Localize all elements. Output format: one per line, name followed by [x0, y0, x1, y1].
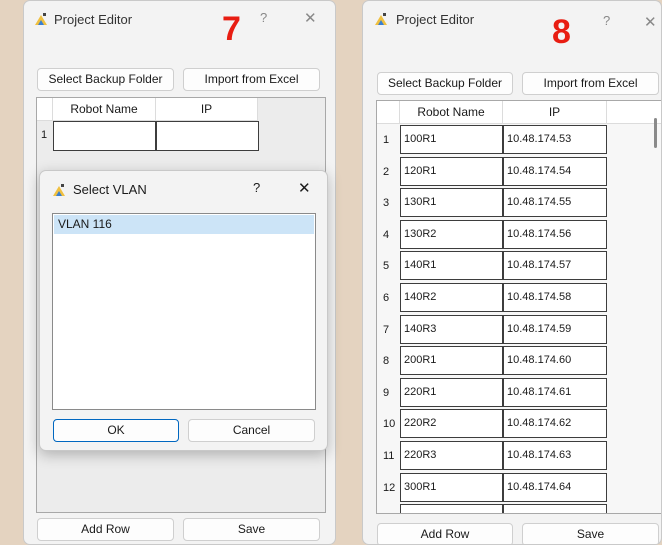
row-number: 1 — [383, 134, 390, 146]
ip-cell[interactable] — [156, 121, 259, 151]
table-corner — [37, 98, 53, 121]
robot-name-cell[interactable]: 130R2 — [400, 220, 503, 249]
row-number: 10 — [383, 418, 396, 430]
help-button[interactable]: ? — [253, 180, 260, 195]
select-vlan-dialog: Select VLAN ? ✕ VLAN 116 OK Cancel — [39, 170, 328, 451]
ip-cell[interactable]: 10.48.174.60 — [503, 346, 607, 375]
ip-cell[interactable]: 10.48.174.54 — [503, 157, 607, 186]
robot-name-cell[interactable]: 100R1 — [400, 125, 503, 154]
row-number: 4 — [383, 229, 390, 241]
column-header-ip[interactable]: IP — [503, 101, 607, 124]
project-editor-window-step8: Project Editor 8 ? ✕ Select Backup Folde… — [362, 0, 662, 545]
vlan-list[interactable]: VLAN 116 — [52, 213, 316, 410]
window-title: Project Editor — [54, 12, 133, 27]
robot-name-cell[interactable]: 140R1 — [400, 251, 503, 280]
close-button[interactable]: ✕ — [298, 179, 311, 197]
help-button[interactable]: ? — [603, 13, 610, 28]
robot-name-cell[interactable]: 310R1 — [400, 504, 503, 513]
ip-cell[interactable]: 10.48.174.58 — [503, 283, 607, 312]
title-bar: Project Editor 7 ? ✕ — [24, 1, 335, 46]
help-button[interactable]: ? — [260, 10, 267, 25]
robot-name-cell[interactable]: 120R1 — [400, 157, 503, 186]
import-from-excel-button[interactable]: Import from Excel — [522, 72, 659, 95]
table-corner — [377, 101, 400, 124]
robot-name-cell[interactable]: 130R1 — [400, 188, 503, 217]
close-button[interactable]: ✕ — [304, 9, 317, 27]
robot-name-cell[interactable]: 220R3 — [400, 441, 503, 470]
ip-cell[interactable]: 10.48.174.61 — [503, 378, 607, 407]
ip-cell[interactable]: 10.48.174.59 — [503, 315, 607, 344]
dialog-title: Select VLAN — [73, 182, 147, 197]
row-number: 13 — [383, 513, 395, 514]
step-number: 7 — [222, 10, 241, 48]
select-backup-folder-button[interactable]: Select Backup Folder — [37, 68, 174, 91]
row-number: 8 — [383, 355, 390, 367]
row-number: 9 — [383, 387, 390, 399]
add-row-button[interactable]: Add Row — [37, 518, 174, 541]
save-button[interactable]: Save — [522, 523, 659, 544]
robot-name-cell[interactable]: 220R2 — [400, 409, 503, 438]
row-number: 11 — [383, 450, 395, 462]
ip-cell[interactable]: 10.48.174.56 — [503, 220, 607, 249]
ip-cell[interactable]: 10.48.174.57 — [503, 251, 607, 280]
app-icon — [35, 13, 47, 25]
row-number: 6 — [383, 292, 390, 304]
step-number: 8 — [552, 13, 571, 51]
robot-name-cell[interactable]: 220R1 — [400, 378, 503, 407]
column-header-robot-name[interactable]: Robot Name — [400, 101, 503, 124]
window-title: Project Editor — [396, 12, 475, 27]
robot-name-cell[interactable]: 200R1 — [400, 346, 503, 375]
ok-button[interactable]: OK — [53, 419, 179, 442]
row-number: 2 — [383, 166, 390, 178]
ip-cell[interactable]: 10.48.174.63 — [503, 441, 607, 470]
ip-cell[interactable]: 10.48.174.55 — [503, 188, 607, 217]
robot-name-cell[interactable] — [53, 121, 156, 151]
row-number: 7 — [383, 324, 390, 336]
add-row-button[interactable]: Add Row — [377, 523, 513, 544]
app-icon — [53, 184, 65, 196]
close-button[interactable]: ✕ — [644, 13, 657, 31]
row-number: 12 — [383, 482, 396, 494]
row-number: 3 — [383, 197, 390, 209]
vlan-list-item-selected[interactable]: VLAN 116 — [54, 215, 314, 234]
robot-name-cell[interactable]: 140R2 — [400, 283, 503, 312]
robot-table: Robot Name IP 1 100R1 10.48.174.53 2 120R1 10… — [376, 100, 661, 514]
import-from-excel-button[interactable]: Import from Excel — [183, 68, 320, 91]
column-header-robot-name[interactable]: Robot Name — [53, 98, 156, 121]
ip-cell[interactable]: 10.48.174.62 — [503, 409, 607, 438]
row-number: 5 — [383, 260, 390, 272]
select-backup-folder-button[interactable]: Select Backup Folder — [377, 72, 513, 95]
ip-cell[interactable]: 10.48.174.64 — [503, 473, 607, 502]
save-button[interactable]: Save — [183, 518, 320, 541]
ip-cell[interactable]: 10.48.174.65 — [503, 504, 607, 513]
title-bar: Project Editor 8 ? ✕ — [363, 1, 661, 49]
ip-cell[interactable]: 10.48.174.53 — [503, 125, 607, 154]
app-icon — [375, 13, 387, 25]
cancel-button[interactable]: Cancel — [188, 419, 315, 442]
robot-name-cell[interactable]: 300R1 — [400, 473, 503, 502]
row-number: 1 — [41, 129, 48, 141]
robot-name-cell[interactable]: 140R3 — [400, 315, 503, 344]
column-header-ip[interactable]: IP — [156, 98, 258, 121]
vertical-scrollbar-thumb[interactable] — [654, 118, 657, 148]
